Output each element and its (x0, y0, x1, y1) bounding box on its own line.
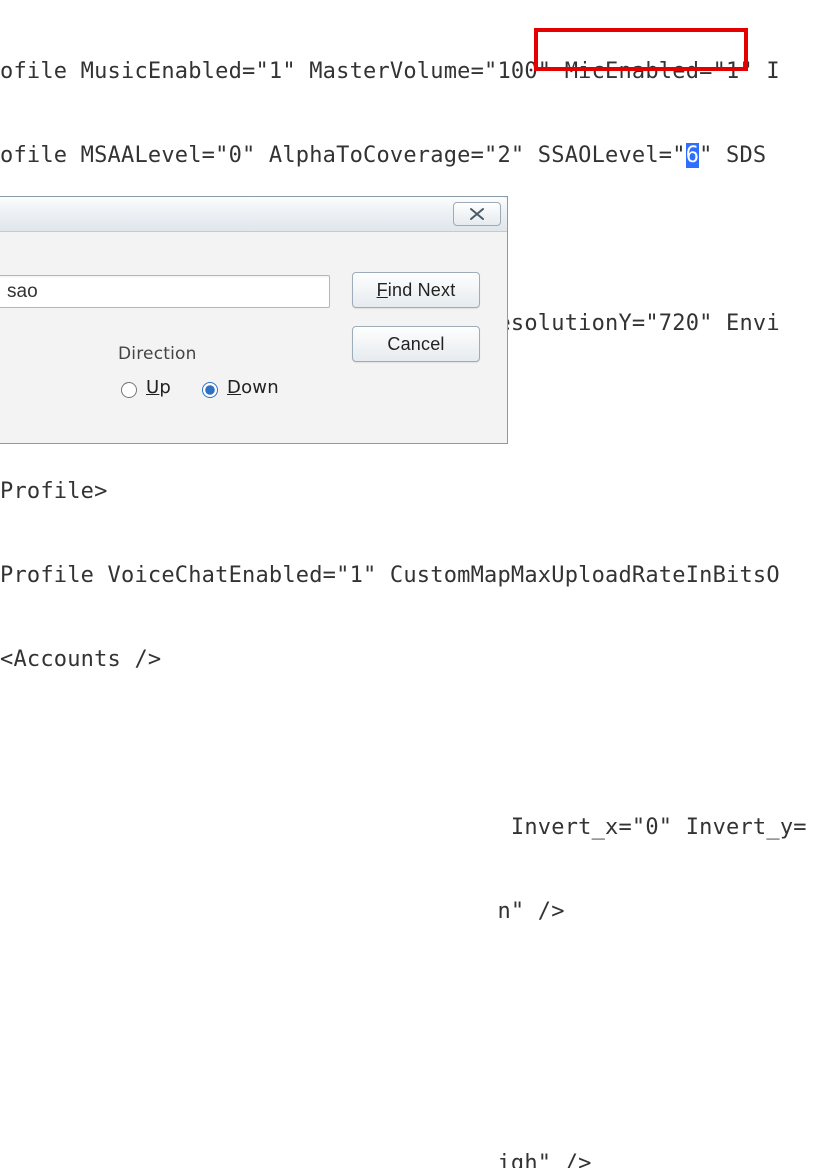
direction-up-option[interactable]: Up (116, 374, 171, 402)
search-match: 6 (686, 143, 699, 168)
direction-label: Direction (116, 340, 316, 368)
close-icon (466, 207, 488, 221)
dialog-titlebar[interactable] (0, 197, 507, 232)
code-line: n" /> (0, 898, 833, 926)
code-line: <Accounts /> (0, 646, 833, 674)
direction-up-radio[interactable] (121, 382, 137, 398)
code-line (0, 730, 833, 758)
code-line (0, 982, 833, 1010)
code-line (0, 1066, 833, 1094)
find-what-input[interactable] (0, 275, 330, 308)
dialog-close-button[interactable] (453, 202, 501, 226)
cancel-button[interactable]: Cancel (352, 326, 480, 362)
direction-group: Direction Up Down (116, 340, 316, 402)
direction-down-radio[interactable] (202, 382, 218, 398)
direction-down-option[interactable]: Down (197, 374, 279, 402)
find-dialog: Find Next Cancel Direction Up Down (0, 196, 508, 444)
code-line: Invert_x="0" Invert_y= (0, 814, 833, 842)
code-line: ofile MusicEnabled="1" MasterVolume="100… (0, 58, 833, 86)
find-next-button[interactable]: Find Next (352, 272, 480, 308)
code-line: Profile VoiceChatEnabled="1" CustomMapMa… (0, 562, 833, 590)
code-line: Profile> (0, 478, 833, 506)
code-line: igh" /> (0, 1150, 833, 1168)
code-line: ofile MSAALevel="0" AlphaToCoverage="2" … (0, 142, 833, 170)
